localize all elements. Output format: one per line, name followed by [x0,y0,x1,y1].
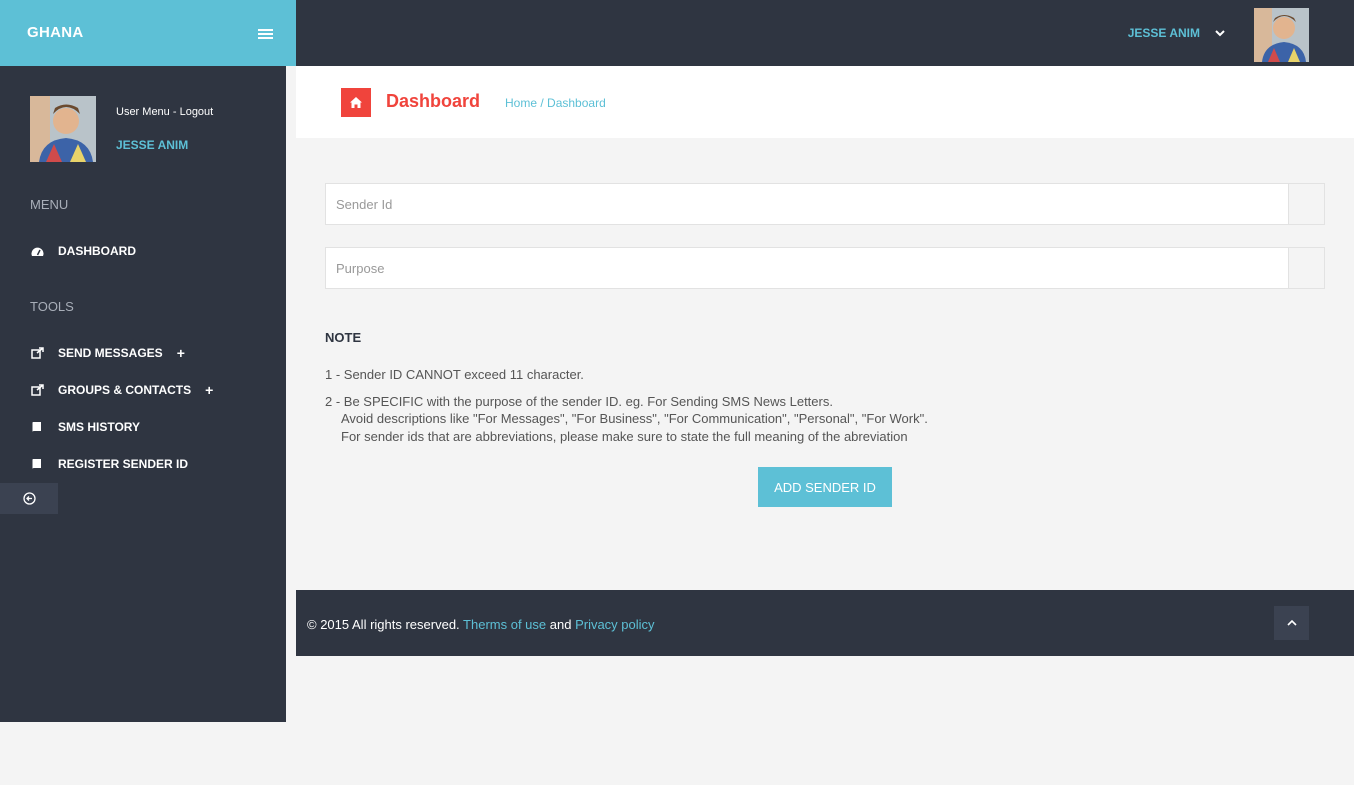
page-header: Dashboard Home / Dashboard [296,66,1354,138]
breadcrumb: Home / Dashboard [505,96,606,110]
sidebar-avatar [30,96,96,162]
share-icon [30,383,44,397]
note-title: NOTE [325,330,362,345]
sidebar-user-name: JESSE ANIM [116,138,189,152]
footer: © 2015 All rights reserved. Therms of us… [296,590,1354,656]
note-line-3: Avoid descriptions like "For Messages", … [341,411,928,426]
chevron-up-icon [1286,619,1297,626]
dashboard-icon [30,244,44,258]
user-menu-separator: - [169,106,180,118]
user-menu-link[interactable]: User Menu [116,106,170,118]
sender-id-field-wrapper [325,183,1325,225]
home-icon [341,88,371,117]
breadcrumb-home-link[interactable]: Home [505,96,537,110]
user-menu: User Menu - Logout [116,106,213,118]
sidebar-item-register-sender-id[interactable]: REGISTER SENDER ID [30,454,270,474]
footer-and-text: and [546,617,576,632]
sidebar-item-label: SMS HISTORY [58,420,141,434]
tools-section-title: TOOLS [30,299,74,314]
purpose-addon [1288,248,1324,288]
sender-id-input[interactable] [326,184,1289,224]
note-line-1: 1 - Sender ID CANNOT exceed 11 character… [325,367,584,382]
sidebar-item-send-messages[interactable]: SEND MESSAGES + [30,343,270,363]
footer-text: © 2015 All rights reserved. Therms of us… [307,617,655,632]
sidebar-item-label: REGISTER SENDER ID [58,457,189,471]
breadcrumb-current[interactable]: Dashboard [547,96,606,110]
purpose-input[interactable] [326,248,1289,288]
expand-plus-icon[interactable]: + [177,345,185,361]
collapse-sidebar-button[interactable] [0,483,58,514]
sidebar-item-label: SEND MESSAGES [58,346,163,360]
note-line-2: 2 - Be SPECIFIC with the purpose of the … [325,394,833,409]
note-line-4: For sender ids that are abbreviations, p… [341,429,908,444]
sender-id-addon [1288,184,1324,224]
share-icon [30,346,44,360]
sidebar-item-groups-contacts[interactable]: GROUPS & CONTACTS + [30,380,270,400]
book-icon [30,420,44,434]
sidebar-item-dashboard[interactable]: DASHBOARD [30,241,270,261]
add-sender-id-button[interactable]: ADD SENDER ID [758,467,892,507]
brand-bar: GHANA [0,0,296,66]
sidebar-item-sms-history[interactable]: SMS HISTORY [30,417,270,437]
arrow-circle-left-icon [22,492,36,505]
page-title: Dashboard [386,91,481,111]
purpose-field-wrapper [325,247,1325,289]
sidebar-edge [286,66,296,722]
hamburger-menu-icon[interactable] [258,29,273,39]
copyright-text: © 2015 All rights reserved. [307,617,464,632]
logout-link[interactable]: Logout [180,106,214,118]
terms-of-use-link[interactable]: Therms of use [463,617,546,632]
breadcrumb-separator: / [537,96,548,110]
menu-section-title: MENU [30,197,69,212]
expand-plus-icon[interactable]: + [205,382,213,398]
scroll-to-top-button[interactable] [1274,606,1309,640]
top-user-name[interactable]: JESSE ANIM [1128,26,1200,40]
brand-name: GHANA [27,24,84,41]
chevron-down-icon[interactable] [1214,27,1226,39]
sidebar-item-label: DASHBOARD [58,244,136,258]
top-bar: JESSE ANIM [296,0,1354,66]
user-avatar[interactable] [1254,8,1309,62]
sidebar-item-label: GROUPS & CONTACTS [58,383,192,397]
privacy-policy-link[interactable]: Privacy policy [575,617,654,632]
book-icon [30,457,44,471]
